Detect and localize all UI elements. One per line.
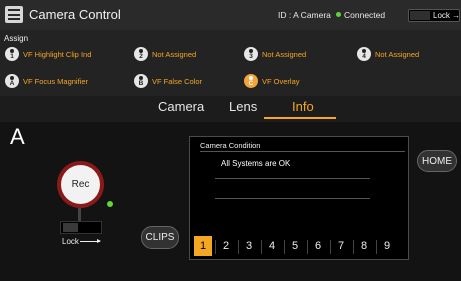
assign-key-2-label: Not Assigned — [152, 49, 197, 59]
active-tab-indicator — [264, 117, 336, 119]
assign-label: Assign — [4, 34, 29, 43]
camera-letter: A — [10, 124, 25, 149]
page-button-3[interactable]: 3 — [240, 236, 258, 256]
page-button-6[interactable]: 6 — [309, 236, 327, 256]
camera-condition-title: Camera Condition — [200, 141, 261, 150]
page-button-2[interactable]: 2 — [217, 236, 235, 256]
page-button-4[interactable]: 4 — [263, 236, 281, 256]
rec-lock-toggle[interactable] — [60, 221, 102, 234]
assign-key-4[interactable]: 4 Not Assigned — [357, 47, 419, 61]
page-button-7[interactable]: 7 — [332, 236, 350, 256]
tab-camera[interactable]: Camera — [158, 99, 204, 114]
connection-status-text: Connected — [344, 10, 386, 20]
page-button-5[interactable]: 5 — [286, 236, 304, 256]
assign-key-2[interactable]: 2 Not Assigned — [134, 47, 196, 61]
hamburger-menu-icon[interactable] — [5, 6, 23, 23]
arrow-right-icon — [80, 239, 101, 243]
tab-lens[interactable]: Lens — [229, 99, 257, 114]
assign-key-1-label: VF Highlight Clip Ind — [23, 49, 92, 59]
home-button[interactable]: HOME — [417, 150, 457, 172]
assign-key-c-label: VF Overlay — [262, 76, 300, 86]
app-title: Camera Control — [29, 7, 121, 22]
assign-key-3-icon: 3 — [244, 47, 258, 61]
assign-key-c-icon: C — [244, 74, 258, 88]
rec-button-label: Rec — [61, 165, 100, 204]
rec-lock-label: Lock — [62, 237, 79, 246]
divider — [200, 151, 405, 152]
assign-key-a[interactable]: A VF Focus Magnifier — [5, 74, 88, 88]
camera-condition-message: All Systems are OK — [221, 159, 291, 168]
divider — [215, 178, 370, 179]
tally-lamp-icon — [107, 201, 113, 207]
tab-info[interactable]: Info — [292, 99, 314, 114]
assign-key-1-icon: 1 — [5, 47, 19, 61]
clips-button[interactable]: CLIPS — [141, 226, 179, 249]
assign-key-3-label: Not Assigned — [262, 49, 307, 59]
assign-key-b-label: VF False Color — [152, 76, 203, 86]
divider — [215, 198, 370, 199]
rec-lock-knob — [63, 223, 78, 232]
assign-key-a-icon: A — [5, 74, 19, 88]
assign-key-c[interactable]: C VF Overlay — [244, 74, 300, 88]
connection-status-dot-icon — [336, 12, 341, 17]
page-button-8[interactable]: 8 — [355, 236, 373, 256]
assign-key-2-icon: 2 — [134, 47, 148, 61]
page-button-9[interactable]: 9 — [378, 236, 396, 256]
page-button-1[interactable]: 1 — [194, 236, 212, 256]
assign-key-1[interactable]: 1 VF Highlight Clip Ind — [5, 47, 91, 61]
assign-key-3[interactable]: 3 Not Assigned — [244, 47, 306, 61]
rec-button[interactable]: Rec — [57, 161, 104, 208]
rec-button-stem — [78, 208, 81, 222]
assign-key-b[interactable]: B VF False Color — [134, 74, 202, 88]
assign-key-a-label: VF Focus Magnifier — [23, 76, 89, 86]
camera-id-text: ID : A Camera — [278, 10, 331, 20]
assign-key-b-icon: B — [134, 74, 148, 88]
assign-key-4-icon: 4 — [357, 47, 371, 61]
lock-toggle-label: Lock → — [433, 11, 461, 20]
lock-toggle-knob — [410, 11, 430, 20]
lock-toggle[interactable]: Lock → — [408, 9, 460, 22]
assign-key-4-label: Not Assigned — [375, 49, 420, 59]
